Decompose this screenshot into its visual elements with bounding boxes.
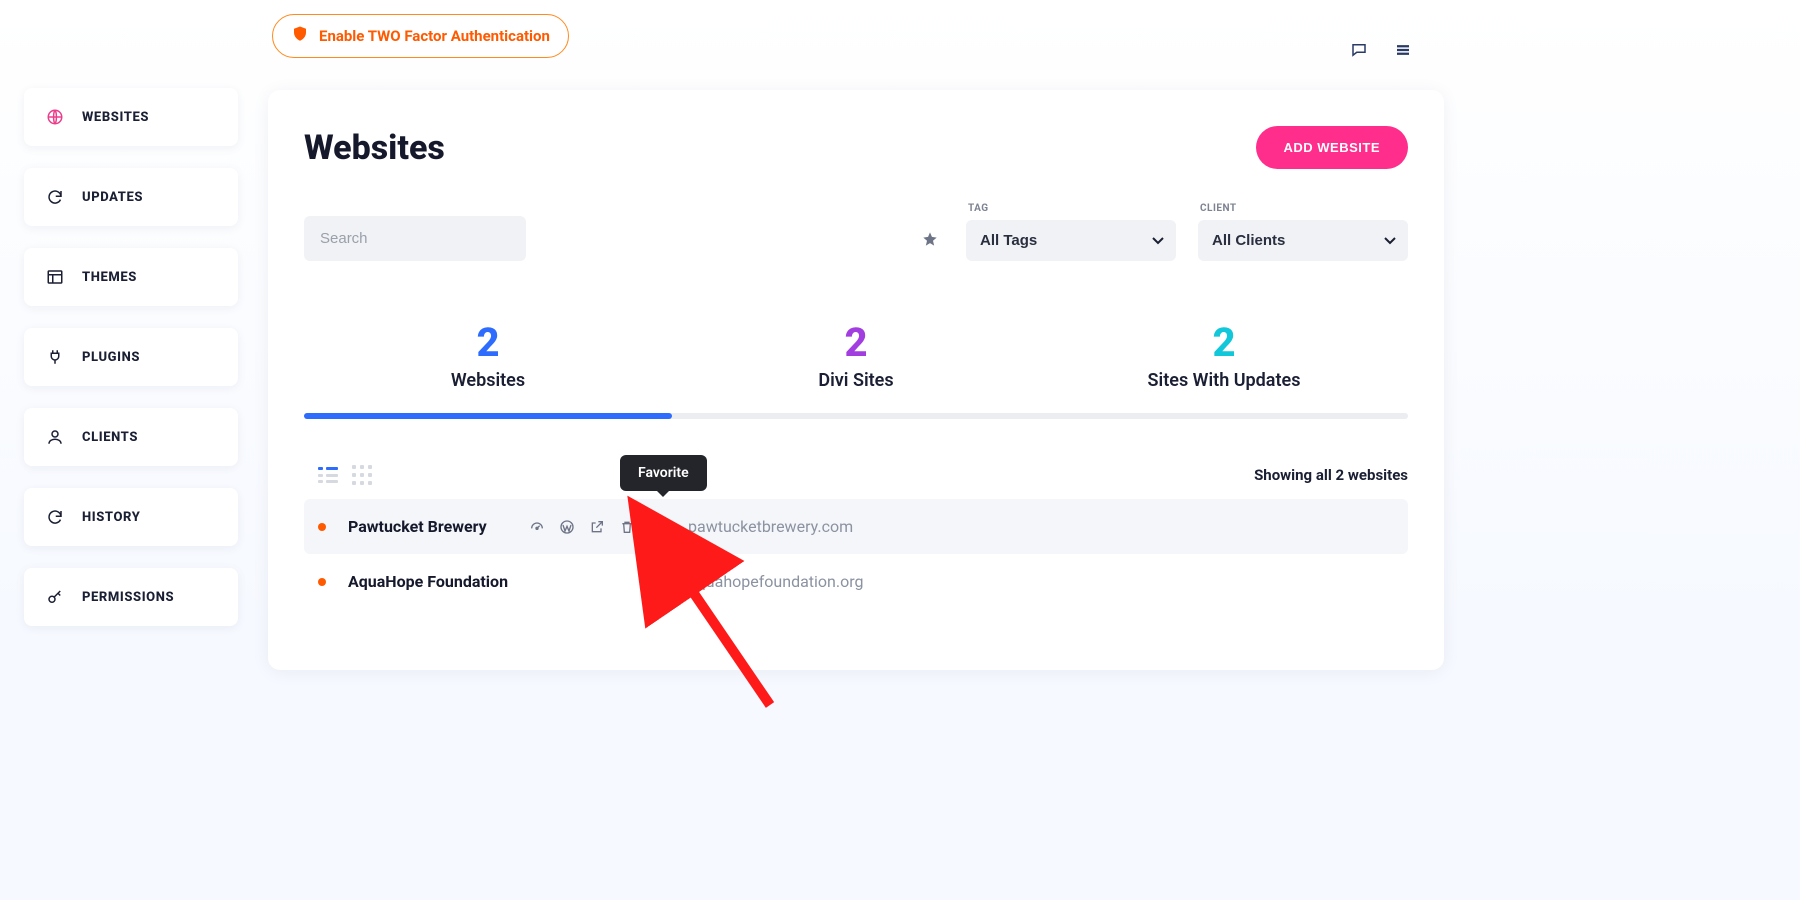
sidebar-item-permissions[interactable]: PERMISSIONS (24, 568, 238, 626)
stat-label: Websites (304, 370, 672, 391)
search-wrap (304, 216, 526, 261)
two-factor-label: Enable TWO Factor Authentication (319, 27, 550, 45)
status-dot (318, 523, 326, 531)
top-banner: Enable TWO Factor Authentication (268, 40, 1444, 84)
globe-icon (46, 108, 64, 126)
tab-websites[interactable]: 2 Websites (304, 309, 672, 413)
table-row[interactable]: AquaHope Foundation aquahopefoundation.o… (304, 554, 1408, 609)
row-actions (528, 518, 666, 536)
site-url: aquahopefoundation.org (688, 572, 863, 591)
menu-icon[interactable] (1394, 41, 1412, 63)
search-input[interactable] (304, 216, 526, 261)
page-title: Websites (304, 128, 445, 168)
sidebar-item-label: THEMES (82, 270, 137, 285)
sidebar-item-clients[interactable]: CLIENTS (24, 408, 238, 466)
wordpress-icon[interactable] (558, 518, 576, 536)
header-utility-icons (1350, 41, 1412, 63)
stat-label: Sites With Updates (1040, 370, 1408, 391)
sidebar-item-updates[interactable]: UPDATES (24, 168, 238, 226)
results-count: Showing all 2 websites (1254, 466, 1408, 484)
tab-sites-with-updates[interactable]: 2 Sites With Updates (1040, 309, 1408, 413)
sidebar-item-label: CLIENTS (82, 430, 138, 445)
trash-icon[interactable] (618, 518, 636, 536)
stat-count: 2 (1040, 319, 1408, 366)
sidebar-item-history[interactable]: HISTORY (24, 488, 238, 546)
stat-count: 2 (672, 319, 1040, 366)
stat-label: Divi Sites (672, 370, 1040, 391)
tag-filter-group: TAG All Tags (966, 203, 1176, 261)
sidebar-item-label: HISTORY (82, 510, 140, 525)
two-factor-banner[interactable]: Enable TWO Factor Authentication (272, 14, 569, 58)
sidebar-item-label: PERMISSIONS (82, 590, 174, 605)
favorite-tooltip: Favorite (620, 455, 707, 491)
filter-row: TAG All Tags CLIENT All Clients (304, 203, 1408, 261)
person-icon (46, 428, 64, 446)
tab-divi-sites[interactable]: 2 Divi Sites (672, 309, 1040, 413)
status-dot (318, 578, 326, 586)
stat-count: 2 (304, 319, 672, 366)
tag-filter-select[interactable]: All Tags (966, 220, 1176, 261)
stats-tabs: 2 Websites 2 Divi Sites 2 Sites With Upd… (304, 309, 1408, 413)
refresh-icon (46, 188, 64, 206)
client-filter-select[interactable]: All Clients (1198, 220, 1408, 261)
sidebar-item-themes[interactable]: THEMES (24, 248, 238, 306)
key-icon (46, 588, 64, 606)
sidebar-item-plugins[interactable]: PLUGINS (24, 328, 238, 386)
view-toggles (318, 465, 372, 485)
tag-filter-label: TAG (968, 203, 1176, 214)
add-website-button[interactable]: ADD WEBSITE (1256, 126, 1409, 169)
star-icon[interactable] (648, 518, 666, 536)
sidebar-item-websites[interactable]: WEBSITES (24, 88, 238, 146)
table-row[interactable]: Favorite Pawtucket Brewery pawtucketbrew… (304, 499, 1408, 554)
dashboard-icon[interactable] (528, 518, 546, 536)
external-link-icon[interactable] (588, 518, 606, 536)
tab-indicator-track (304, 413, 1408, 419)
grid-view-toggle[interactable] (352, 465, 372, 485)
favorites-filter-button[interactable] (922, 231, 944, 261)
sidebar-item-label: PLUGINS (82, 350, 140, 365)
client-filter-group: CLIENT All Clients (1198, 203, 1408, 261)
plug-icon (46, 348, 64, 366)
websites-card: Websites ADD WEBSITE TAG All Tags (268, 90, 1444, 670)
website-list: Favorite Pawtucket Brewery pawtucketbrew… (304, 499, 1408, 609)
sidebar-item-label: WEBSITES (82, 110, 149, 125)
layout-icon (46, 268, 64, 286)
chat-icon[interactable] (1350, 41, 1368, 63)
client-filter-label: CLIENT (1200, 203, 1408, 214)
lock-shield-icon (291, 25, 309, 47)
site-name: AquaHope Foundation (348, 572, 688, 591)
list-view-toggle[interactable] (318, 467, 338, 483)
site-url: pawtucketbrewery.com (688, 517, 853, 536)
history-icon (46, 508, 64, 526)
site-name: Pawtucket Brewery (348, 517, 528, 536)
sidebar-item-label: UPDATES (82, 190, 143, 205)
tab-indicator (304, 413, 672, 419)
sidebar: WEBSITES UPDATES THEMES PLUGINS CLIENTS (24, 88, 238, 626)
